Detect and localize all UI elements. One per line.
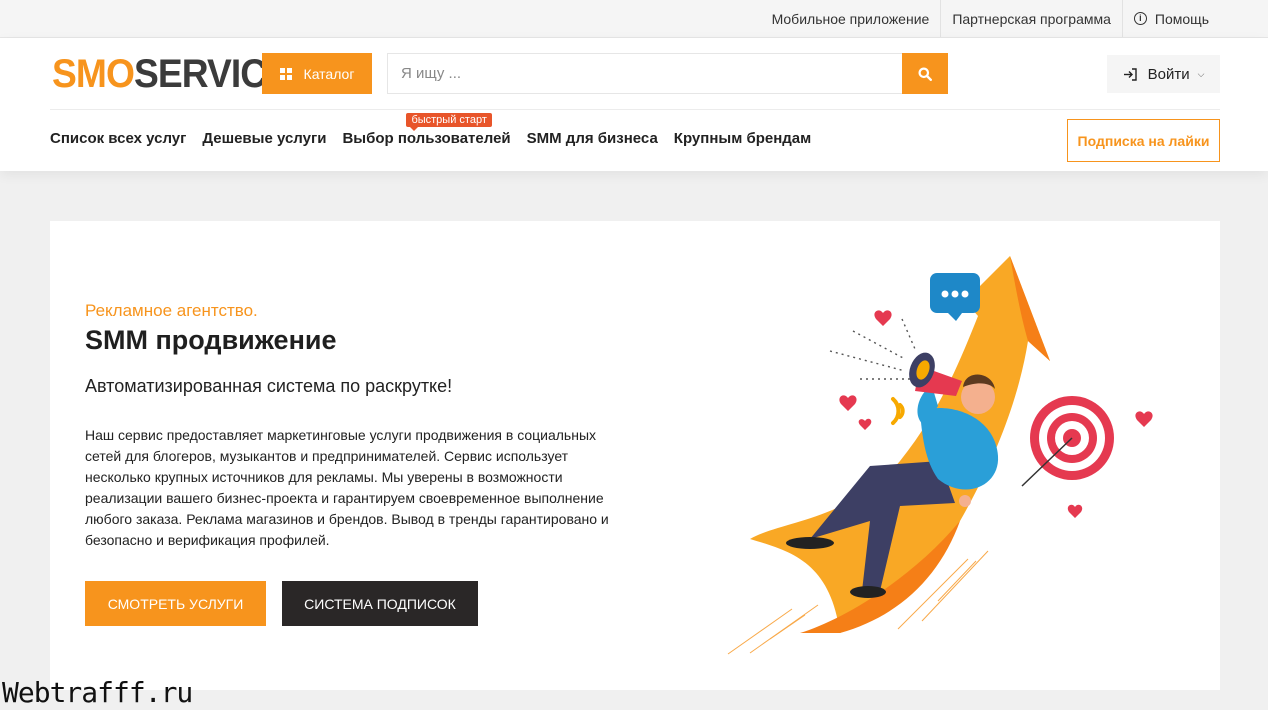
watermark: Webtrafff.ru <box>2 676 193 709</box>
hero-description: Наш сервис предоставляет маркетинговые у… <box>85 427 609 548</box>
subscribe-likes-button[interactable]: Подписка на лайки <box>1067 119 1220 162</box>
search-icon <box>918 67 932 81</box>
search-bar <box>387 53 948 94</box>
login-label: Войти <box>1147 65 1190 83</box>
partner-program-link[interactable]: Партнерская программа <box>941 0 1122 37</box>
main-nav: Список всех услуг Дешевые услуги Выбор п… <box>50 113 827 147</box>
top-bar: Мобильное приложение Партнерская програм… <box>0 0 1268 38</box>
help-label: Помощь <box>1154 10 1209 27</box>
nav-all-services[interactable]: Список всех услуг <box>50 130 186 147</box>
quick-start-badge: быстрый старт <box>406 113 492 131</box>
hero-eyebrow: Рекламное агентство. <box>85 301 258 320</box>
nav-smm-business[interactable]: SMM для бизнеса <box>527 130 658 147</box>
subscription-system-button[interactable]: СИСТЕМА ПОДПИСОК <box>282 581 478 626</box>
info-icon: i <box>1133 12 1147 25</box>
nav-users-choice-label: Выбор пользователей <box>342 130 511 147</box>
hero-lead: Автоматизированная система по раскрутке! <box>85 376 453 396</box>
mobile-app-link[interactable]: Мобильное приложение <box>761 0 941 37</box>
nav-cheap-services[interactable]: Дешевые услуги <box>202 130 326 147</box>
sign-in-icon <box>1123 67 1137 81</box>
help-link[interactable]: i Помощь <box>1123 0 1220 37</box>
search-button[interactable] <box>902 53 948 94</box>
header: SMOSERVICE Каталог Войти ⌵ Список всех у… <box>0 38 1268 171</box>
target-icon <box>1021 396 1114 487</box>
login-button[interactable]: Войти ⌵ <box>1107 55 1220 93</box>
view-services-button[interactable]: СМОТРЕТЬ УСЛУГИ <box>85 581 266 626</box>
logo[interactable]: SMOSERVICE <box>52 52 291 96</box>
search-input[interactable] <box>388 54 902 93</box>
nav-users-choice[interactable]: Выбор пользователей быстрый старт <box>342 113 511 147</box>
catalog-button[interactable]: Каталог <box>262 53 372 94</box>
catalog-label: Каталог <box>303 65 355 82</box>
grid-icon <box>279 67 292 80</box>
chevron-down-icon: ⌵ <box>1197 68 1205 79</box>
hero-title: SMM продвижение <box>85 325 337 355</box>
growth-arrow <box>750 256 1050 633</box>
header-divider <box>50 109 1220 110</box>
hero-section: Рекламное агентство. SMM продвижение Авт… <box>50 221 1220 690</box>
nav-big-brands[interactable]: Крупным брендам <box>674 130 811 147</box>
marketing-illustration <box>727 256 1153 655</box>
logo-part-smo: SMO <box>52 52 135 96</box>
top-links: Мобильное приложение Партнерская програм… <box>761 0 1220 37</box>
